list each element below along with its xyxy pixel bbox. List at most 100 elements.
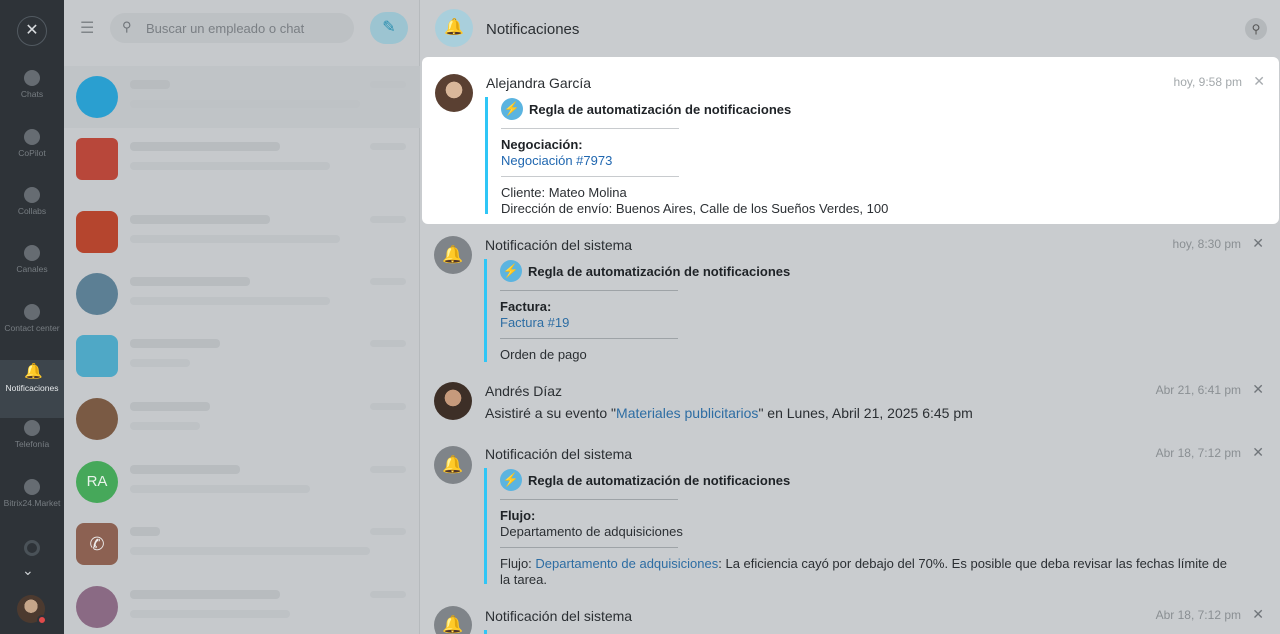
divider <box>500 338 678 339</box>
person-avatar <box>76 586 118 628</box>
collabs-icon <box>24 187 40 203</box>
rail-item-canales[interactable]: Canales <box>0 245 64 303</box>
rule-title: Regla de automatización de notificacione… <box>528 263 791 279</box>
sender-name: Notificación del sistema <box>485 237 633 253</box>
divider <box>501 128 679 129</box>
rail-item-market[interactable]: Bitrix24.Market <box>0 479 64 537</box>
close-icon[interactable]: ✕ <box>1252 606 1264 623</box>
rail-item-copilot[interactable]: CoPilot <box>0 129 64 187</box>
flow-message: Flujo: Departamento de adquisiciones: La… <box>500 556 1244 572</box>
megaphone-icon <box>24 245 40 261</box>
message-text: : La eficiencia cayó por debajo del 70%.… <box>718 556 1227 571</box>
sender-name: Alejandra García <box>486 75 592 91</box>
chevron-down-icon[interactable]: ⌄ <box>22 562 34 579</box>
event-message: Asistiré a su evento "Materiales publici… <box>485 405 973 421</box>
page-title: Notificaciones <box>486 21 580 38</box>
timestamp: hoy, 8:30 pm <box>1172 237 1241 251</box>
compose-icon[interactable]: ✎ <box>370 12 408 44</box>
list-item[interactable] <box>64 388 420 450</box>
close-icon[interactable]: ✕ <box>1252 381 1264 398</box>
market-icon <box>24 479 40 495</box>
event-link[interactable]: Materiales publicitarios <box>616 405 758 421</box>
rail-item-contact-center[interactable]: Contact center <box>0 304 64 362</box>
timestamp: Abr 18, 7:12 pm <box>1155 446 1241 460</box>
cat-avatar <box>76 273 118 315</box>
notification-item: Andrés Díaz Abr 21, 6:41 pm ✕ Asistiré a… <box>421 370 1278 434</box>
close-icon[interactable]: ✕ <box>1252 235 1264 252</box>
notification-item: 🔔 Notificación del sistema Abr 18, 7:12 … <box>421 596 1278 634</box>
payment-line: Orden de pago <box>500 347 587 362</box>
close-icon[interactable]: ✕ <box>1252 444 1264 461</box>
field-label: Factura: <box>500 299 552 314</box>
message-text: " en Lunes, Abril 21, 2025 6:45 pm <box>758 405 973 421</box>
initials-avatar: RA <box>76 461 118 503</box>
app-rail: ✕ Chats CoPilot Collabs Canales Contact … <box>0 0 64 634</box>
rail-item-label: Telefonía <box>14 439 50 449</box>
list-item[interactable] <box>64 576 420 634</box>
divider <box>500 499 678 500</box>
list-item[interactable] <box>64 201 420 263</box>
list-item[interactable]: RA <box>64 451 420 513</box>
list-item[interactable]: ✆ <box>64 513 420 575</box>
automation-rule-icon: ⚡ <box>500 469 522 491</box>
rail-item-collabs[interactable]: Collabs <box>0 187 64 245</box>
field-label: Flujo: <box>500 508 536 523</box>
address-line: Dirección de envío: Buenos Aires, Calle … <box>501 201 889 216</box>
rail-item-telefonia[interactable]: Telefonía <box>0 420 64 478</box>
bell-icon: 🔔 <box>434 446 472 484</box>
rule-title: Regla de automatización de notificacione… <box>529 101 792 117</box>
avatar <box>435 74 473 112</box>
rail-item-label: CoPilot <box>18 148 46 158</box>
group-avatar <box>76 138 118 180</box>
phone-icon <box>24 420 40 436</box>
user-avatar[interactable] <box>17 595 47 625</box>
rule-title: Regla de automatización de notificacione… <box>528 472 791 488</box>
notification-item: 🔔 Notificación del sistema Abr 18, 7:12 … <box>421 434 1278 596</box>
automation-rule-icon: ⚡ <box>501 98 523 120</box>
notifications-panel: 🔔 Notificaciones ⚲ Alejandra García hoy,… <box>421 0 1280 634</box>
field-label: Negociación: <box>501 137 583 152</box>
calendar-avatar <box>76 211 118 253</box>
flow-message-cont: la tarea. <box>500 572 547 587</box>
search-icon: ⚲ <box>122 19 132 34</box>
list-item[interactable] <box>64 325 420 387</box>
message-text: Asistiré a su evento " <box>485 405 617 421</box>
chat-icon <box>24 70 40 86</box>
rail-item-chats[interactable]: Chats <box>0 70 64 128</box>
automation-block: ⚡ Regla de automatización de notificacion… <box>484 259 1244 362</box>
list-item[interactable] <box>64 263 420 325</box>
bookmark-avatar <box>76 76 118 118</box>
list-item[interactable] <box>64 66 420 128</box>
gear-icon[interactable] <box>24 540 40 556</box>
sender-name: Notificación del sistema <box>485 446 633 462</box>
rail-item-notificaciones[interactable]: 🔔 Notificaciones <box>0 360 64 418</box>
field-value: Departamento de adquisiciones <box>500 524 683 539</box>
person-avatar <box>76 398 118 440</box>
panel-header: 🔔 Notificaciones ⚲ <box>421 0 1280 57</box>
deal-link[interactable]: Negociación #7973 <box>501 153 1245 169</box>
close-icon[interactable]: ✕ <box>17 16 47 46</box>
notification-item: 🔔 Notificación del sistema hoy, 8:30 pm … <box>421 224 1278 370</box>
rail-item-label: Bitrix24.Market <box>3 498 61 508</box>
status-dot <box>37 615 47 625</box>
search-history-icon[interactable]: ⚲ <box>1245 18 1267 40</box>
invoice-link[interactable]: Factura #19 <box>500 315 1244 331</box>
rail-item-label: Collabs <box>17 206 47 216</box>
rail-item-label: Chats <box>20 89 44 99</box>
close-icon[interactable]: ✕ <box>1253 73 1265 90</box>
list-item[interactable] <box>64 128 420 190</box>
search-input[interactable] <box>146 13 346 43</box>
chat-list: ☰ ⚲ ✎ RA ✆ <box>64 0 420 634</box>
search-box: ⚲ <box>110 13 354 43</box>
flow-link[interactable]: Departamento de adquisiciones <box>535 556 718 571</box>
rail-item-label: Canales <box>16 264 48 274</box>
sender-name: Andrés Díaz <box>485 383 563 399</box>
client-line: Cliente: Mateo Molina <box>501 185 627 200</box>
bell-icon: 🔔 <box>435 9 473 47</box>
message-text: Flujo: <box>500 556 536 571</box>
automation-rule-icon: ⚡ <box>500 260 522 282</box>
rail-item-label: Notificaciones <box>5 383 59 393</box>
automation-block: ⚡ Regla de automatización de notificacion… <box>485 97 1245 216</box>
timestamp: Abr 18, 7:12 pm <box>1155 608 1241 622</box>
filter-icon[interactable]: ☰ <box>80 18 100 38</box>
